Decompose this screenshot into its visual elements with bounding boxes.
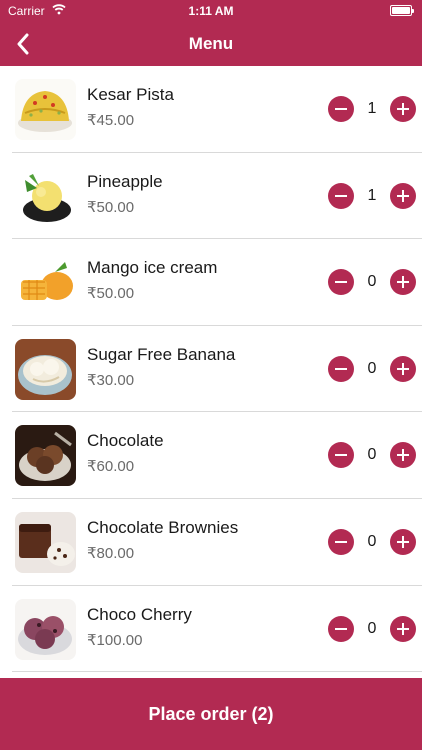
decrease-button[interactable]	[328, 96, 354, 122]
item-price: ₹30.00	[87, 371, 135, 389]
decrease-button[interactable]	[328, 269, 354, 296]
item-name: Chocolate	[87, 431, 164, 451]
sugar-free-banana-thumbnail	[15, 338, 76, 400]
quantity-stepper: 0	[328, 442, 416, 469]
quantity-stepper: 0	[328, 615, 416, 642]
quantity-value: 1	[367, 100, 377, 117]
item-name: Chocolate Brownies	[87, 517, 239, 537]
decrease-button[interactable]	[328, 442, 354, 469]
page-title: Menu	[188, 34, 234, 53]
item-name: Mango ice cream	[87, 258, 218, 278]
status-time: 1:11 AM	[188, 4, 234, 18]
quantity-value: 1	[367, 186, 377, 204]
decrease-button[interactable]	[328, 182, 354, 209]
quantity-stepper: 0	[328, 355, 416, 382]
item-name: Sugar Free Banana	[87, 344, 236, 364]
item-price: ₹50.00	[87, 285, 135, 303]
header: Carrier 1:11 AM Menu	[0, 0, 422, 66]
menu-item-row: Choco Cherry ₹100.00 0	[12, 586, 422, 673]
quantity-value: 0	[367, 273, 377, 291]
menu-item-row: Kesar Pista ₹45.00 1	[12, 66, 422, 153]
quantity-stepper: 0	[328, 269, 416, 296]
pineapple-thumbnail	[15, 165, 76, 227]
increase-button[interactable]	[390, 269, 416, 296]
battery-icon	[390, 5, 414, 16]
item-price: ₹50.00	[87, 198, 135, 216]
item-price: ₹100.00	[87, 631, 143, 649]
item-price: ₹60.00	[87, 458, 135, 476]
quantity-value: 0	[367, 446, 377, 464]
quantity-value: 0	[367, 619, 377, 637]
kesar-pista-thumbnail	[15, 79, 76, 140]
menu-item-row: Chocolate ₹60.00 0	[12, 412, 422, 499]
increase-button[interactable]	[390, 182, 416, 209]
increase-button[interactable]	[390, 355, 416, 382]
chocolate-thumbnail	[15, 425, 76, 487]
nav-bar: Menu	[0, 22, 422, 66]
decrease-button[interactable]	[328, 528, 354, 555]
increase-button[interactable]	[390, 96, 416, 122]
item-name: Pineapple	[87, 171, 163, 191]
item-price: ₹80.00	[87, 544, 135, 562]
place-order-button[interactable]: Place order (2)	[0, 678, 422, 750]
choco-cherry-thumbnail	[15, 598, 76, 660]
quantity-value: 0	[367, 359, 377, 377]
menu-item-row: Mango ice cream ₹50.00 0	[12, 239, 422, 326]
decrease-button[interactable]	[328, 615, 354, 642]
increase-button[interactable]	[390, 442, 416, 469]
mango-ice-cream-thumbnail	[15, 252, 76, 314]
chocolate-brownies-thumbnail	[15, 511, 76, 573]
quantity-value: 0	[367, 532, 377, 550]
quantity-stepper: 1	[328, 96, 416, 122]
menu-item-row: Chocolate Brownies ₹80.00 0	[12, 499, 422, 586]
item-name: Choco Cherry	[87, 604, 192, 624]
item-name: Kesar Pista	[87, 85, 174, 104]
menu-item-row: Pineapple ₹50.00 1	[12, 153, 422, 240]
menu-list: Kesar Pista ₹45.00 1 Pineapple ₹50.00 1	[0, 66, 422, 678]
increase-button[interactable]	[390, 615, 416, 642]
status-bar: Carrier 1:11 AM	[0, 0, 422, 22]
decrease-button[interactable]	[328, 355, 354, 382]
menu-item-row: Sugar Free Banana ₹30.00 0	[12, 326, 422, 413]
quantity-stepper: 0	[328, 528, 416, 555]
increase-button[interactable]	[390, 528, 416, 555]
quantity-stepper: 1	[328, 182, 416, 209]
item-price: ₹45.00	[87, 112, 135, 129]
